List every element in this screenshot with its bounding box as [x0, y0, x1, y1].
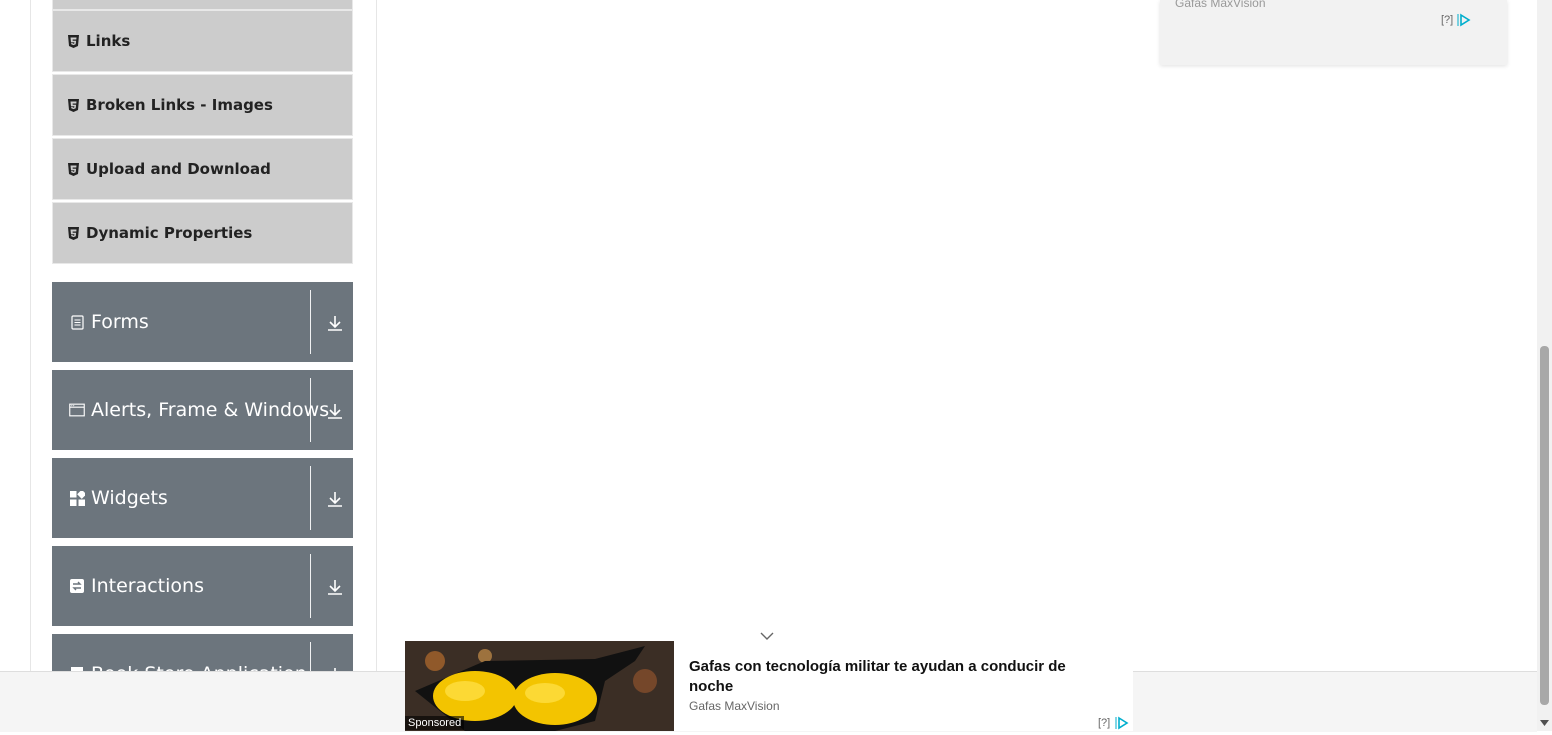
widgets-icon: [69, 490, 85, 506]
group-header-label: Widgets: [91, 487, 168, 509]
ad-title[interactable]: Gafas con tecnología militar te ayudan a…: [689, 657, 1109, 697]
group-header-forms[interactable]: Forms: [52, 282, 353, 362]
html5-icon: [67, 34, 79, 48]
divider: [310, 378, 311, 442]
expand-arrow-icon[interactable]: [326, 578, 344, 596]
sidebar-item-links[interactable]: Links: [52, 10, 353, 72]
group-header-label: Forms: [91, 311, 149, 333]
document-icon: [69, 314, 85, 330]
left-border: [30, 0, 31, 672]
group-header-interactions[interactable]: Interactions: [52, 546, 353, 626]
group-header-label: Interactions: [91, 575, 204, 597]
sponsored-label: Sponsored: [405, 716, 465, 730]
ad-source: Gafas MaxVision: [689, 699, 780, 713]
expand-arrow-icon[interactable]: [326, 490, 344, 508]
sidebar-item-partial[interactable]: [52, 0, 353, 10]
group-header-widgets[interactable]: Widgets: [52, 458, 353, 538]
group-header-alerts[interactable]: Alerts, Frame & Windows: [52, 370, 353, 450]
scrollbar-thumb[interactable]: [1540, 346, 1549, 705]
ad-banner-bottom[interactable]: Sponsored Gafas con tecnología militar t…: [405, 641, 1133, 731]
sidebar-item-label: Upload and Download: [86, 160, 271, 178]
ad-source: Gafas MaxVision: [1175, 0, 1266, 10]
divider: [310, 290, 311, 354]
ad-help-link[interactable]: [?]: [1441, 14, 1453, 26]
divider: [310, 466, 311, 530]
group-header-book-store[interactable]: Book Store Application: [52, 634, 353, 671]
sidebar-border: [376, 0, 377, 672]
group-header-label: Book Store Application: [91, 663, 307, 671]
ad-image[interactable]: Sponsored: [405, 641, 674, 731]
ad-help-link[interactable]: [?]: [1098, 717, 1110, 729]
expand-arrow-icon[interactable]: [326, 314, 344, 332]
html5-icon: [67, 226, 79, 240]
html5-icon: [67, 162, 79, 176]
sidebar-item-label: Dynamic Properties: [86, 224, 253, 242]
window-icon: [69, 402, 85, 418]
sidebar-item-broken-links[interactable]: Broken Links - Images: [52, 74, 353, 136]
ad-banner-top[interactable]: Gafas MaxVision [?]: [1160, 0, 1507, 65]
divider: [310, 554, 311, 618]
html5-icon: [67, 98, 79, 112]
adchoices-icon[interactable]: [1457, 13, 1471, 32]
expand-arrow-icon[interactable]: [326, 402, 344, 420]
sidebar-item-label: Links: [86, 32, 131, 50]
scrollbar[interactable]: [1537, 0, 1552, 731]
scroll-down-arrow-icon[interactable]: [1540, 714, 1549, 732]
group-header-label: Alerts, Frame & Windows: [91, 399, 330, 421]
sidebar-item-upload-download[interactable]: Upload and Download: [52, 138, 353, 200]
adchoices-icon[interactable]: [1115, 716, 1129, 735]
divider: [310, 642, 311, 671]
swap-icon: [69, 578, 85, 594]
sidebar-item-label: Broken Links - Images: [86, 96, 273, 114]
sidebar-item-dynamic-properties[interactable]: Dynamic Properties: [52, 202, 353, 264]
